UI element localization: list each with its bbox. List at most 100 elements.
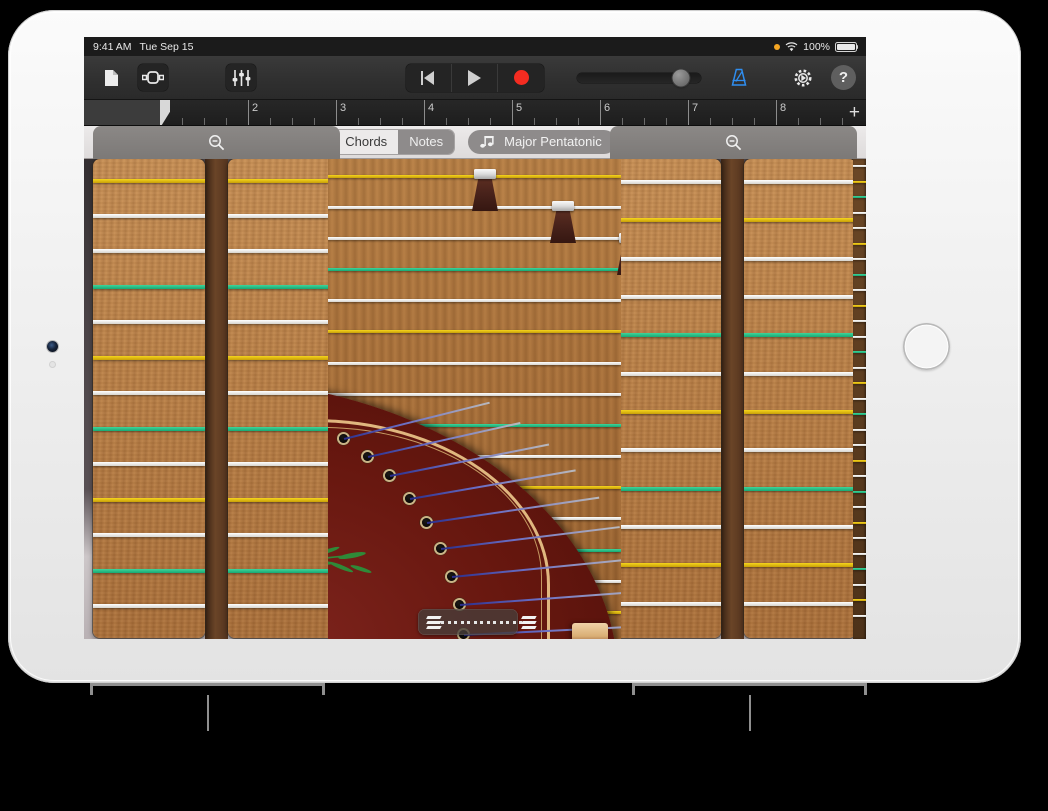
string-panel-right-1[interactable] (609, 159, 721, 638)
string-white[interactable] (744, 295, 856, 299)
string-white[interactable] (228, 214, 340, 218)
toolbar-right-group: ? (788, 64, 856, 91)
string-green[interactable] (228, 285, 340, 289)
string-white[interactable] (228, 462, 340, 466)
center-string-white[interactable] (328, 393, 621, 396)
my-songs-button[interactable] (96, 64, 126, 91)
home-button[interactable] (903, 323, 950, 370)
tab-chords[interactable]: Chords (334, 130, 398, 154)
string-yellow[interactable] (609, 218, 721, 222)
metronome-button[interactable] (724, 64, 754, 91)
string-yellow[interactable] (228, 356, 340, 360)
string-green[interactable] (93, 569, 205, 573)
center-string-green[interactable] (328, 268, 621, 271)
string-green[interactable] (609, 333, 721, 337)
string-white[interactable] (609, 257, 721, 261)
string-white[interactable] (93, 391, 205, 395)
glissando-dot (448, 621, 451, 624)
string-white[interactable] (93, 533, 205, 537)
string-green[interactable] (228, 427, 340, 431)
string-yellow[interactable] (228, 179, 340, 183)
string-green[interactable] (93, 427, 205, 431)
ruler-bar-number: 2 (252, 102, 258, 114)
string-white[interactable] (609, 372, 721, 376)
ruler-tick (182, 118, 183, 125)
string-green[interactable] (609, 487, 721, 491)
string-yellow[interactable] (744, 218, 856, 222)
body-trim-inner (328, 427, 542, 639)
ruler-tick (578, 118, 579, 125)
ruler-tick (820, 118, 821, 125)
string-green[interactable] (228, 569, 340, 573)
loop-browser-button[interactable] (138, 64, 168, 91)
string-panel-right-2[interactable] (744, 159, 856, 638)
string-overview-strip[interactable] (853, 159, 866, 639)
guzheng-play-area[interactable] (328, 159, 621, 639)
string-yellow[interactable] (93, 356, 205, 360)
string-white[interactable] (228, 533, 340, 537)
volume-track[interactable] (577, 73, 701, 83)
zoom-out-left-button[interactable] (93, 126, 340, 159)
string-yellow[interactable] (93, 179, 205, 183)
string-white[interactable] (609, 602, 721, 606)
string-white[interactable] (744, 602, 856, 606)
center-string-white[interactable] (328, 299, 621, 302)
string-panel-left-1[interactable] (93, 159, 205, 638)
overview-string-green (853, 568, 866, 570)
string-white[interactable] (609, 448, 721, 452)
scale-selector-button[interactable]: Major Pentatonic (468, 130, 616, 154)
string-yellow[interactable] (228, 498, 340, 502)
string-white[interactable] (744, 448, 856, 452)
string-white[interactable] (228, 604, 340, 608)
play-button[interactable] (452, 64, 498, 92)
glissando-dot (500, 621, 503, 624)
string-white[interactable] (609, 525, 721, 529)
string-white[interactable] (93, 249, 205, 253)
help-button[interactable]: ? (831, 65, 856, 90)
add-section-button[interactable]: + (849, 103, 860, 122)
playhead[interactable] (160, 100, 170, 126)
string-white[interactable] (744, 257, 856, 261)
string-white[interactable] (609, 295, 721, 299)
movable-bridge[interactable] (548, 199, 578, 243)
string-white[interactable] (93, 320, 205, 324)
string-green[interactable] (93, 285, 205, 289)
movable-bridge[interactable] (470, 167, 500, 211)
string-green[interactable] (744, 333, 856, 337)
string-white[interactable] (228, 249, 340, 253)
timeline-ruler[interactable]: 12345678 + (84, 100, 866, 126)
string-white[interactable] (228, 391, 340, 395)
settings-button[interactable] (788, 64, 818, 91)
ruler-bar-line (776, 100, 777, 125)
master-volume-slider[interactable] (577, 73, 701, 83)
string-white[interactable] (744, 525, 856, 529)
string-white[interactable] (93, 462, 205, 466)
string-yellow[interactable] (93, 498, 205, 502)
zoom-out-right-button[interactable] (610, 126, 857, 159)
string-white[interactable] (744, 180, 856, 184)
rewind-button[interactable] (406, 64, 452, 92)
ruler-bar-number: 4 (428, 102, 434, 114)
center-string-white[interactable] (328, 362, 621, 365)
tab-notes[interactable]: Notes (398, 130, 454, 154)
string-white[interactable] (744, 372, 856, 376)
string-white[interactable] (93, 604, 205, 608)
string-green[interactable] (744, 487, 856, 491)
volume-knob[interactable] (673, 69, 690, 86)
movable-bridge[interactable] (615, 231, 621, 275)
ipad-screen: 9:41 AM Tue Sep 15 100% (84, 37, 866, 639)
record-button[interactable] (498, 64, 544, 92)
chords-notes-segmented-control[interactable]: Chords Notes (334, 130, 454, 154)
string-white[interactable] (609, 180, 721, 184)
string-white[interactable] (228, 320, 340, 324)
center-string-yellow[interactable] (328, 330, 621, 333)
track-controls-button[interactable] (226, 64, 256, 91)
string-white[interactable] (93, 214, 205, 218)
string-yellow[interactable] (744, 563, 856, 567)
ruler-tick (666, 118, 667, 125)
string-yellow[interactable] (609, 563, 721, 567)
string-yellow[interactable] (609, 410, 721, 414)
glissando-strip[interactable] (418, 609, 518, 635)
string-yellow[interactable] (744, 410, 856, 414)
string-panel-left-2[interactable] (228, 159, 340, 638)
